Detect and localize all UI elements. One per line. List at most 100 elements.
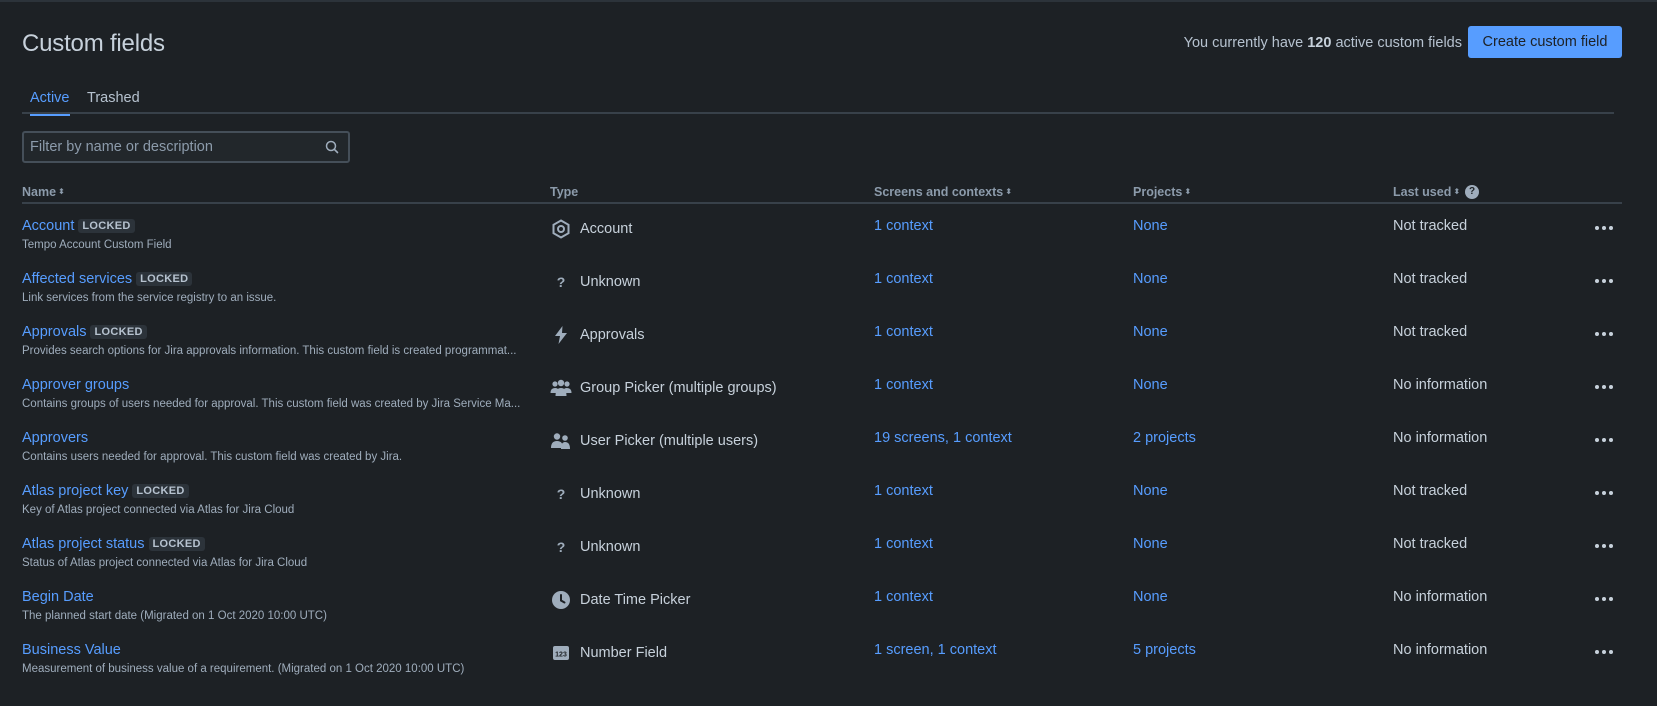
locked-lozenge: LOCKED [78, 219, 135, 233]
projects-link[interactable]: 2 projects [1133, 430, 1196, 446]
question-icon: ? [550, 271, 572, 293]
tab-active[interactable]: Active [30, 90, 70, 116]
field-name-link[interactable]: Business Value [22, 642, 121, 658]
projects-link[interactable]: None [1133, 483, 1168, 499]
screens-contexts-link[interactable]: 1 screen, 1 context [874, 642, 997, 658]
table-row: Begin Date The planned start date (Migra… [22, 578, 1622, 634]
field-name[interactable]: Approvers [22, 430, 88, 446]
projects-link[interactable]: None [1133, 218, 1168, 234]
column-header-name[interactable]: Name ⬍ [22, 185, 65, 199]
field-name[interactable]: Account [22, 218, 74, 234]
screens-contexts-link[interactable]: 1 context [874, 377, 933, 393]
table-row: Account LOCKED Tempo Account Custom Field… [22, 207, 1622, 263]
more-actions-button[interactable] [1593, 377, 1615, 397]
active-count: 120 [1307, 35, 1332, 51]
field-name-link[interactable]: Account LOCKED [22, 218, 135, 234]
more-actions-button[interactable] [1593, 218, 1615, 238]
column-label-screens: Screens and contexts [874, 185, 1004, 199]
locked-lozenge: LOCKED [148, 537, 205, 551]
field-name[interactable]: Business Value [22, 642, 121, 658]
column-header-screens[interactable]: Screens and contexts ⬍ [874, 185, 1012, 199]
table-header: Name ⬍ Type Screens and contexts ⬍ Project… [22, 182, 1622, 204]
sort-icon: ⬍ [1184, 187, 1192, 196]
projects-link[interactable]: None [1133, 377, 1168, 393]
field-type: Group Picker (multiple groups) [550, 377, 777, 399]
field-description: Provides search options for Jira approva… [22, 345, 517, 357]
projects-link[interactable]: None [1133, 589, 1168, 605]
screens-contexts-link[interactable]: 1 context [874, 483, 933, 499]
summary-prefix: You currently have [1183, 35, 1308, 51]
more-actions-button[interactable] [1593, 430, 1615, 450]
last-used-value: No information [1393, 642, 1488, 658]
field-name-link[interactable]: Approver groups [22, 377, 129, 393]
field-name-link[interactable]: Approvers [22, 430, 88, 446]
field-description: Tempo Account Custom Field [22, 239, 172, 251]
screens-contexts-link[interactable]: 19 screens, 1 context [874, 430, 1012, 446]
field-name[interactable]: Atlas project status [22, 536, 145, 552]
projects-link[interactable]: None [1133, 271, 1168, 287]
field-description: Status of Atlas project connected via At… [22, 557, 308, 569]
screens-contexts-link[interactable]: 1 context [874, 536, 933, 552]
question-icon: ? [550, 483, 572, 505]
field-name[interactable]: Approver groups [22, 377, 129, 393]
hexagon-icon [550, 218, 572, 240]
field-name[interactable]: Atlas project key [22, 483, 128, 499]
field-type: User Picker (multiple users) [550, 430, 758, 452]
field-name[interactable]: Approvals [22, 324, 86, 340]
users-icon [550, 430, 572, 452]
field-type-label: User Picker (multiple users) [580, 433, 759, 449]
table-row: Approver groups Contains groups of users… [22, 366, 1622, 422]
column-header-projects[interactable]: Projects ⬍ [1133, 185, 1191, 199]
more-actions-button[interactable] [1593, 271, 1615, 291]
sort-icon: ⬍ [1005, 187, 1012, 196]
create-custom-field-button[interactable]: Create custom field [1468, 26, 1622, 58]
more-actions-button[interactable] [1593, 324, 1615, 344]
last-used-value: Not tracked [1393, 218, 1468, 234]
table-row: Atlas project key LOCKED Key of Atlas pro… [22, 472, 1622, 528]
field-name[interactable]: Begin Date [22, 589, 94, 605]
field-type-label: Unknown [580, 274, 641, 290]
field-name-link[interactable]: Atlas project status LOCKED [22, 536, 205, 552]
filter-input[interactable] [30, 138, 310, 156]
last-used-value: Not tracked [1393, 324, 1468, 340]
question-icon: ? [550, 536, 572, 558]
field-type: Date Time Picker [550, 589, 690, 611]
screens-contexts-link[interactable]: 1 context [874, 218, 933, 234]
svg-text:?: ? [557, 539, 566, 555]
field-name-link[interactable]: Atlas project key LOCKED [22, 483, 189, 499]
more-actions-button[interactable] [1593, 589, 1615, 609]
table-row: Affected services LOCKED Link services fr… [22, 260, 1622, 316]
column-label-type: Type [550, 185, 579, 199]
field-type: ? Unknown [550, 536, 641, 558]
page-title: Custom fields [22, 30, 165, 57]
more-actions-button[interactable] [1593, 642, 1615, 662]
projects-link[interactable]: None [1133, 324, 1168, 340]
screens-contexts-link[interactable]: 1 context [874, 589, 933, 605]
summary-suffix: active custom fields [1331, 35, 1462, 51]
field-type-label: Group Picker (multiple groups) [580, 380, 777, 396]
lightning-icon [550, 324, 572, 346]
field-name-link[interactable]: Approvals LOCKED [22, 324, 147, 340]
projects-link[interactable]: None [1133, 536, 1168, 552]
field-name-link[interactable]: Begin Date [22, 589, 94, 605]
screens-contexts-link[interactable]: 1 context [874, 271, 933, 287]
projects-link[interactable]: 5 projects [1133, 642, 1196, 658]
column-header-last-used[interactable]: Last used ⬍? [1393, 185, 1480, 199]
last-used-value: No information [1393, 377, 1488, 393]
search-icon[interactable] [324, 139, 340, 155]
field-name-link[interactable]: Affected services LOCKED [22, 271, 193, 287]
field-type: Account [550, 218, 632, 240]
filter-box [22, 131, 350, 163]
help-icon[interactable]: ? [1465, 185, 1480, 199]
tab-trashed[interactable]: Trashed [87, 90, 140, 114]
last-used-value: No information [1393, 589, 1488, 605]
table-row: Business Value Measurement of business v… [22, 631, 1622, 687]
more-actions-button[interactable] [1593, 536, 1615, 556]
more-actions-button[interactable] [1593, 483, 1615, 503]
locked-lozenge: LOCKED [136, 272, 193, 286]
field-type-label: Date Time Picker [580, 592, 691, 608]
screens-contexts-link[interactable]: 1 context [874, 324, 933, 340]
field-name[interactable]: Affected services [22, 271, 132, 287]
svg-text:?: ? [557, 486, 566, 502]
field-type: Approvals [550, 324, 644, 346]
